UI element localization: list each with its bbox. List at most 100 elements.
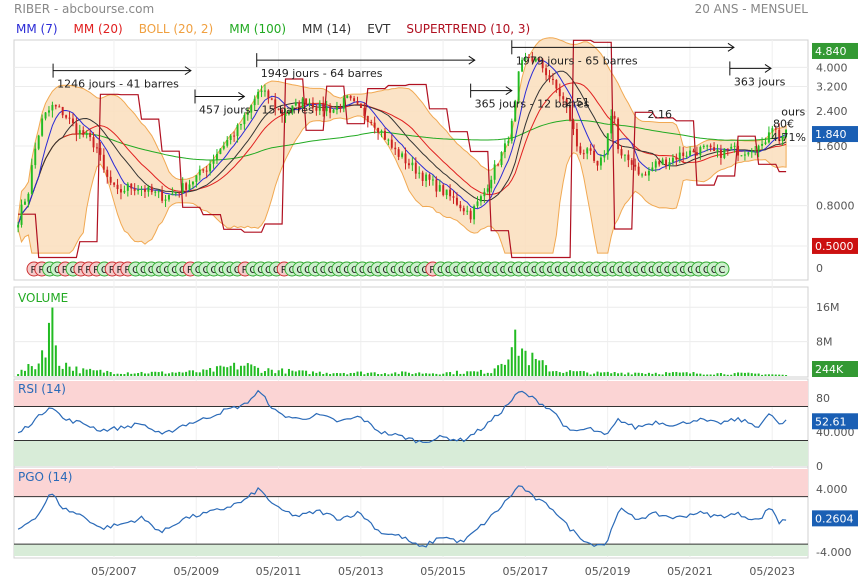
price-candle [359, 103, 362, 108]
price-candle [726, 148, 729, 150]
volume-bar [678, 372, 681, 376]
price-candle [754, 150, 757, 152]
annotation-label-7: 2.16 [648, 108, 673, 121]
volume-bar [579, 370, 582, 376]
volume-bar [95, 370, 98, 376]
volume-bar [551, 371, 554, 376]
price-candle [747, 152, 750, 155]
price-candle [500, 151, 503, 165]
price-candle [212, 159, 215, 164]
x-tick-label-5: 05/2017 [503, 565, 549, 578]
volume-bar [459, 373, 462, 376]
price-candle [109, 176, 112, 183]
volume-bar [730, 374, 733, 376]
chart-canvas: MM (7) MM (20) BOLL (20, 2) MM (100) MM (14)… [13, 22, 858, 578]
volume-bar [113, 374, 116, 376]
volume-bar [305, 370, 308, 376]
volume-bar [164, 373, 167, 376]
volume-bar [239, 365, 242, 376]
rsi-oversold-zone [14, 440, 808, 466]
price-candle [219, 148, 222, 154]
price-candle [706, 145, 709, 147]
volume-bar [161, 371, 164, 376]
volume-bar [270, 369, 273, 376]
volume-bar [428, 373, 431, 376]
volume-bar [774, 374, 777, 376]
volume-bar [140, 371, 143, 376]
legend-item-5: EVT [367, 22, 391, 36]
price-candle [757, 145, 760, 151]
price-candle [435, 179, 438, 192]
volume-bar [397, 373, 400, 376]
volume-bar [390, 373, 393, 376]
volume-bar [277, 370, 280, 376]
price-candle [449, 189, 452, 197]
x-tick-label-0: 05/2007 [91, 565, 137, 578]
price-candle [651, 167, 654, 171]
price-candle [370, 121, 373, 123]
price-candle [699, 147, 702, 156]
annotation-label-8: ours [781, 106, 805, 119]
volume-bar [699, 373, 702, 376]
price-candle [356, 101, 359, 104]
volume-bar [370, 372, 373, 376]
volume-bar [582, 371, 585, 376]
volume-tick-label-0: 16M [816, 301, 840, 314]
volume-bar [490, 373, 493, 376]
volume-bar [507, 359, 510, 376]
volume-bar [109, 372, 112, 376]
volume-bar [531, 352, 534, 376]
rsi-tick-label-0: 80 [816, 392, 830, 405]
volume-bar [37, 363, 40, 376]
volume-bar [342, 372, 345, 376]
volume-bar [119, 373, 122, 376]
volume-bar [236, 369, 239, 376]
volume-bar [222, 366, 225, 376]
price-candle [257, 91, 260, 99]
price-candle [575, 128, 578, 147]
volume-bar [503, 364, 506, 376]
volume-bar [359, 371, 362, 376]
price-candle [267, 90, 270, 99]
price-candle [665, 159, 668, 167]
price-candle [586, 148, 589, 154]
x-tick-label-2: 05/2011 [256, 565, 302, 578]
volume-bar [373, 372, 376, 376]
volume-bar [771, 374, 774, 376]
volume-bar [404, 371, 407, 376]
price-candle [579, 146, 582, 154]
volume-bar [452, 374, 455, 376]
rsi-badge-label: 52.61 [815, 415, 847, 428]
volume-bar [651, 373, 654, 376]
volume-bar [387, 374, 390, 376]
price-candle [647, 170, 650, 176]
volume-bar [668, 372, 671, 376]
volume-bar [572, 371, 575, 376]
pgo-overbought-zone [14, 469, 808, 497]
price-badge-label-2: 0.5000 [815, 240, 854, 253]
volume-bar [671, 372, 674, 376]
volume-bar [356, 371, 359, 376]
price-candle [123, 190, 126, 193]
price-candle [658, 161, 661, 165]
price-candle [71, 118, 74, 124]
volume-bar [185, 371, 188, 376]
annotation-label-5: 363 jours [734, 75, 786, 88]
volume-bar [486, 372, 489, 376]
price-candle [147, 186, 150, 192]
price-candle [623, 154, 626, 156]
volume-bar [716, 373, 719, 376]
price-candle [469, 210, 472, 220]
price-candle [582, 153, 585, 155]
price-candle [95, 147, 98, 149]
volume-bar [287, 368, 290, 376]
volume-bar [781, 374, 784, 376]
volume-bar [596, 371, 599, 376]
price-candle [442, 185, 445, 196]
price-candle [75, 123, 78, 135]
volume-bar [558, 372, 561, 376]
price-candle [178, 192, 181, 194]
volume-bar [263, 371, 266, 376]
pgo-tick-label-0: 4.000 [816, 483, 848, 496]
volume-bar [308, 374, 311, 376]
